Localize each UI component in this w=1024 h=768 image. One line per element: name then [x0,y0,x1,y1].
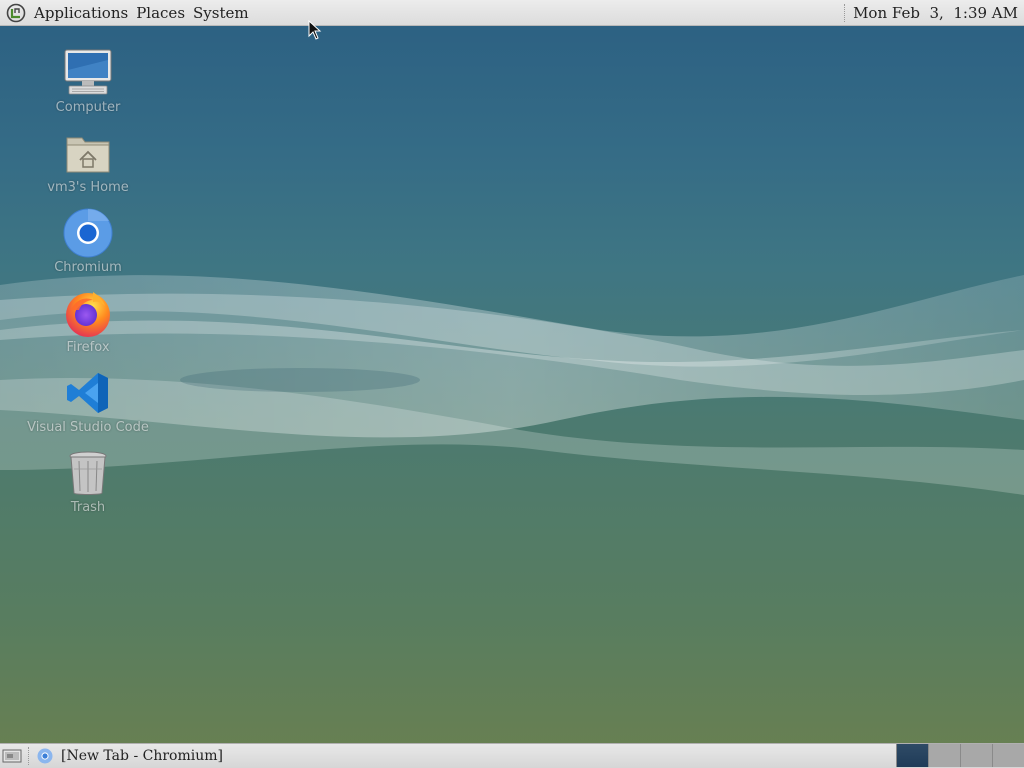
trash-icon [62,447,114,499]
desktop-icon-firefox[interactable]: Firefox [23,287,153,355]
desktop-icon-label: Trash [70,500,106,515]
desktop-icon-chromium[interactable]: Chromium [23,207,153,275]
desktop-icon-vscode[interactable]: Visual Studio Code [23,367,153,435]
desktop-icon-computer[interactable]: Computer [23,47,153,115]
chromium-icon [37,748,53,764]
desktop-icon-label: vm3's Home [47,180,129,195]
workspace-3[interactable] [960,744,992,767]
workspace-switcher [896,744,1024,768]
mate-logo-icon[interactable] [6,3,26,23]
home-folder-icon [62,127,114,179]
desktop-icon-label: Firefox [66,340,110,355]
top-panel-right: Mon Feb 3, 1:39 AM [844,0,1024,25]
mouse-cursor-icon [308,20,322,40]
clock[interactable]: Mon Feb 3, 1:39 AM [853,4,1024,22]
desktop-icon-label: Computer [55,100,121,115]
vscode-icon [62,367,114,419]
desktop-icon-label: Visual Studio Code [27,420,149,435]
chromium-icon [62,207,114,259]
firefox-icon [62,287,114,339]
top-panel: Applications Places System Mon Feb 3, 1:… [0,0,1024,26]
desktop-icon-label: Chromium [54,260,122,275]
menu-places[interactable]: Places [132,1,189,25]
computer-icon [62,47,114,99]
panel-separator [28,747,31,765]
desktop-screen: Applications Places System Mon Feb 3, 1:… [0,0,1024,768]
desktop-icon-trash[interactable]: Trash [23,447,153,515]
panel-separator [844,3,847,22]
menu-system[interactable]: System [189,1,253,25]
bottom-panel: [New Tab - Chromium] [0,743,1024,768]
taskbar-button-chromium[interactable]: [New Tab - Chromium] [35,745,229,767]
show-desktop-icon[interactable] [2,748,22,764]
menu-applications[interactable]: Applications [30,1,132,25]
desktop-icon-home[interactable]: vm3's Home [23,127,153,195]
workspace-2[interactable] [928,744,960,767]
wallpaper [0,275,1024,495]
workspace-4[interactable] [992,744,1024,767]
taskbar-button-label: [New Tab - Chromium] [61,748,223,764]
workspace-1[interactable] [896,744,928,767]
